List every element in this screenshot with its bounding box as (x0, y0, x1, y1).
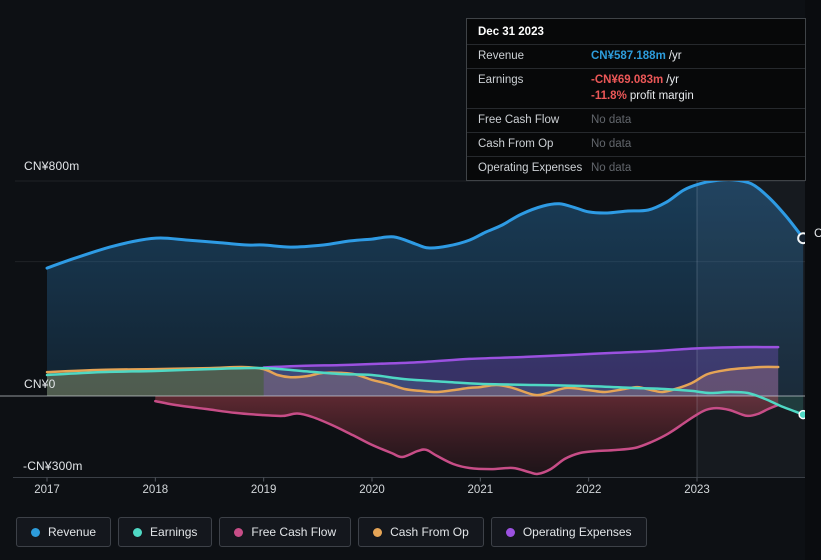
free-cash-flow-area (155, 396, 779, 475)
tooltip-label: Operating Expenses (478, 162, 583, 174)
profit-margin-text: profit margin (629, 90, 694, 102)
tooltip-row-cash-from-op: Cash From Op No data (467, 132, 805, 156)
legend-label: Revenue (48, 525, 97, 539)
data-tooltip: Dec 31 2023 Revenue CN¥587.188m/yr Earni… (466, 18, 806, 181)
clipped-value-label: C (814, 226, 821, 240)
tooltip-row-operating-expenses: Operating Expenses No data (467, 156, 805, 180)
legend-toggle-cash-from-op[interactable]: Cash From Op (358, 517, 484, 547)
x-axis-label-2018: 2018 (142, 484, 169, 496)
legend-toggle-free-cash-flow[interactable]: Free Cash Flow (219, 517, 352, 547)
cash-from-op-value: No data (591, 138, 632, 150)
tooltip-label: Cash From Op (478, 138, 554, 150)
x-axis-label-2023: 2023 (684, 484, 710, 496)
profit-margin-value: -11.8% (591, 90, 627, 102)
x-axis-label-2020: 2020 (359, 484, 385, 496)
revenue-unit: /yr (668, 50, 682, 62)
x-axis-label-2017: 2017 (34, 484, 60, 496)
x-axis-label-2022: 2022 (575, 484, 602, 496)
free-cash-flow-dot-icon (234, 527, 244, 537)
legend-toggle-earnings[interactable]: Earnings (118, 517, 213, 547)
legend-label: Operating Expenses (522, 525, 632, 539)
earnings-value: -CN¥69.083m (591, 74, 664, 86)
legend-toggle-operating-expenses[interactable]: Operating Expenses (490, 517, 647, 547)
chart-legend: Revenue Earnings Free Cash Flow Cash Fro… (16, 517, 647, 547)
y-axis-label-neg300m: -CN¥300m (23, 459, 83, 473)
fcf-value: No data (591, 114, 632, 126)
tooltip-label: Earnings (478, 74, 524, 86)
legend-label: Earnings (150, 525, 198, 539)
tooltip-label: Free Cash Flow (478, 114, 560, 126)
x-axis-label-2019: 2019 (250, 484, 277, 496)
legend-label: Free Cash Flow (251, 525, 337, 539)
earnings-dot-icon (133, 527, 143, 537)
earnings-unit: /yr (666, 74, 680, 86)
tooltip-label: Revenue (478, 50, 525, 62)
operating-expenses-dot-icon (505, 527, 515, 537)
legend-label: Cash From Op (390, 525, 469, 539)
x-axis-label-2021: 2021 (467, 484, 494, 496)
tooltip-row-revenue: Revenue CN¥587.188m/yr (467, 45, 805, 68)
chart-right-margin-band (805, 0, 821, 560)
tooltip-row-earnings: Earnings -CN¥69.083m/yr -11.8% profit mar… (467, 68, 805, 108)
legend-toggle-revenue[interactable]: Revenue (16, 517, 112, 547)
y-axis-label-zero: CN¥0 (24, 377, 56, 391)
revenue-dot-icon (31, 527, 40, 537)
revenue-value: CN¥587.188m (591, 50, 666, 62)
y-axis-label-800m: CN¥800m (24, 159, 80, 173)
opex-value: No data (591, 162, 632, 174)
tooltip-row-free-cash-flow: Free Cash Flow No data (467, 108, 805, 132)
tooltip-date: Dec 31 2023 (467, 19, 805, 45)
earnings-revenue-history-chart[interactable]: CN¥800m CN¥0 -CN¥300m 2017 2018 2019 202… (0, 0, 821, 560)
recent-period-highlight (696, 162, 805, 478)
cash-from-op-dot-icon (373, 527, 383, 537)
